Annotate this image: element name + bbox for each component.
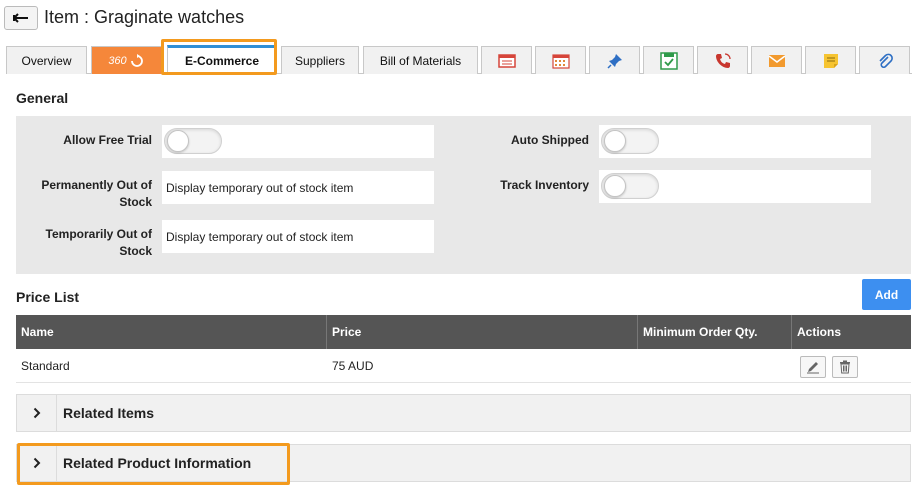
auto-shipped-field <box>599 125 871 158</box>
tab-invoices[interactable] <box>481 46 532 74</box>
related-items-expand[interactable] <box>17 395 57 431</box>
calendar-icon <box>551 53 570 69</box>
tab-bom-label: Bill of Materials <box>379 53 462 68</box>
price-list-title: Price List <box>16 289 80 305</box>
auto-shipped-label: Auto Shipped <box>511 133 589 147</box>
column-header-min-order-qty: Minimum Order Qty. <box>638 315 792 349</box>
cell-price: 75 AUD <box>332 359 374 373</box>
cell-name: Standard <box>21 359 70 373</box>
rotate-360-icon <box>130 53 143 67</box>
allow-free-trial-toggle[interactable] <box>164 128 222 154</box>
tab-pin[interactable] <box>589 46 640 74</box>
toggle-knob <box>604 130 626 152</box>
tab-bill-of-materials[interactable]: Bill of Materials <box>363 46 478 74</box>
attachment-icon <box>878 53 893 68</box>
price-table-header: Name Price Minimum Order Qty. Actions <box>16 315 911 349</box>
delete-button[interactable] <box>832 356 858 378</box>
permanently-label-line2: Stock <box>119 195 152 209</box>
phone-icon <box>715 52 731 68</box>
note-icon <box>823 53 838 68</box>
back-button[interactable] <box>4 6 38 30</box>
pencil-icon <box>807 362 819 374</box>
trash-icon <box>840 360 850 374</box>
invoice-icon <box>497 53 516 68</box>
general-panel: Allow Free Trial Permanently Out of Stoc… <box>16 116 911 274</box>
related-product-information-expand[interactable] <box>17 445 57 481</box>
tab-ecommerce-label: E-Commerce <box>184 54 260 68</box>
tab-suppliers-label: Suppliers <box>294 53 346 68</box>
save-icon <box>659 51 678 70</box>
allow-free-trial-field <box>162 125 434 158</box>
add-price-button[interactable]: Add <box>862 279 911 310</box>
tab-email[interactable] <box>751 46 802 74</box>
tab-ecommerce[interactable]: E-Commerce <box>167 45 277 74</box>
permanently-out-of-stock-value: Display temporary out of stock item <box>166 180 354 195</box>
permanently-out-of-stock-label: Permanently Out of Stock <box>16 177 152 211</box>
tab-360[interactable]: 360 <box>91 46 162 74</box>
column-header-name: Name <box>16 315 327 349</box>
temporarily-label-line2: Stock <box>119 244 152 258</box>
tab-notes[interactable] <box>805 46 856 74</box>
chevron-right-icon <box>33 407 40 419</box>
tab-attachments[interactable] <box>859 46 910 74</box>
back-arrow-icon <box>13 13 28 23</box>
table-row: Standard 75 AUD <box>16 349 911 383</box>
permanently-out-of-stock-select[interactable]: Display temporary out of stock item <box>162 171 434 204</box>
pin-icon <box>606 53 622 69</box>
column-header-price: Price <box>327 315 638 349</box>
track-inventory-toggle[interactable] <box>601 173 659 199</box>
chevron-right-icon <box>33 457 40 469</box>
temporarily-out-of-stock-label: Temporarily Out of Stock <box>16 226 152 260</box>
general-section-title: General <box>16 90 69 106</box>
related-product-information-accordion[interactable]: Related Product Information <box>16 444 911 482</box>
temporarily-label-line1: Temporarily Out of <box>45 227 152 241</box>
column-header-actions: Actions <box>797 325 842 339</box>
toggle-knob <box>604 175 626 197</box>
tab-calendar[interactable] <box>535 46 586 74</box>
tab-calls[interactable] <box>697 46 748 74</box>
auto-shipped-toggle[interactable] <box>601 128 659 154</box>
tab-overview-label: Overview <box>21 53 72 68</box>
tab-360-label: 360 <box>108 54 127 67</box>
temporarily-out-of-stock-value: Display temporary out of stock item <box>166 229 354 244</box>
related-items-accordion[interactable]: Related Items <box>16 394 911 432</box>
related-product-information-title: Related Product Information <box>63 455 252 471</box>
edit-button[interactable] <box>800 356 826 378</box>
allow-free-trial-label: Allow Free Trial <box>63 133 152 147</box>
toggle-knob <box>167 130 189 152</box>
track-inventory-field <box>599 170 871 203</box>
permanently-label-line1: Permanently Out of <box>41 178 152 192</box>
tab-bar: Overview 360 E-Commerce Suppliers Bill o… <box>6 44 912 74</box>
page-header: Item : Graginate watches <box>0 0 916 36</box>
related-items-title: Related Items <box>63 405 155 421</box>
tab-overview[interactable]: Overview <box>6 46 87 74</box>
cell-min-order-qty <box>638 349 792 383</box>
tab-save[interactable] <box>643 46 694 74</box>
temporarily-out-of-stock-select[interactable]: Display temporary out of stock item <box>162 220 434 253</box>
tab-suppliers[interactable]: Suppliers <box>281 46 359 74</box>
page-title: Item : Graginate watches <box>44 7 245 27</box>
email-icon <box>768 54 785 67</box>
track-inventory-label: Track Inventory <box>500 178 589 192</box>
